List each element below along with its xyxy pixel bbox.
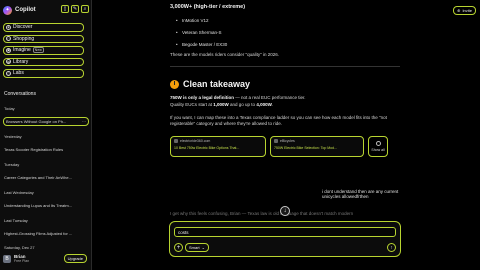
source-title: 10 Best 750w Electric Bike Options That.… bbox=[174, 146, 240, 150]
user-profile[interactable]: B Brian Free Plan Upgrade bbox=[3, 251, 89, 266]
site-favicon-icon bbox=[274, 139, 278, 143]
conversation-item-active[interactable]: Browsers Without Google on Ph... ⋯ bbox=[3, 117, 89, 126]
sidebar-item-label: Discover bbox=[13, 24, 33, 31]
sidebar-header: ✦ Copilot ▯ ✎ ⌕ bbox=[3, 4, 89, 16]
conversation-item[interactable]: Highest-Grossing Films Adjusted for ... bbox=[4, 231, 84, 236]
group-label-tuesday: Tuesday bbox=[4, 162, 20, 167]
upgrade-button[interactable]: Upgrade bbox=[63, 254, 87, 263]
message-input[interactable] bbox=[174, 227, 396, 237]
tier-heading: 3,000W+ (high-tier / extreme) bbox=[170, 4, 246, 10]
bag-icon: ▢ bbox=[6, 36, 11, 42]
more-options-icon[interactable]: ⋯ bbox=[82, 119, 86, 124]
conversations-heading: Conversations bbox=[4, 91, 36, 97]
section-heading: Clean takeaway bbox=[170, 79, 250, 89]
library-icon: ▤ bbox=[6, 59, 11, 65]
list-item: Veteran Sherman-S bbox=[176, 30, 221, 35]
scroll-down-icon[interactable]: ↓ bbox=[280, 206, 290, 216]
chat-main: ⊕ Invite 3,000W+ (high-tier / extreme) I… bbox=[93, 0, 480, 270]
group-label-dec27: Saturday, Dec 27 bbox=[4, 245, 35, 250]
offer-text: If you want, I can map these into a Texa… bbox=[170, 115, 387, 126]
copilot-logo-icon[interactable]: ✦ bbox=[3, 5, 12, 15]
sidebar-item-label: Imagine bbox=[13, 47, 31, 54]
sidebar-item-library[interactable]: ▤ Library bbox=[3, 57, 84, 66]
conversation-title: Browsers Without Google on Ph... bbox=[6, 119, 67, 124]
takeaway-text: . bbox=[271, 102, 274, 107]
takeaway-text: and go up to bbox=[228, 102, 257, 107]
takeaway-bold: 1,000W bbox=[213, 102, 229, 107]
sidebar-toggle-icon[interactable]: ▯ bbox=[61, 5, 69, 13]
list-item: Begode Master / EX30 bbox=[176, 42, 227, 47]
user-plan: Free Plan bbox=[14, 259, 30, 263]
source-site: electricride360.com bbox=[180, 139, 211, 143]
takeaway-bold: 750W is only a legal definition bbox=[170, 95, 235, 100]
user-message: i dont understand then are any current u… bbox=[322, 189, 399, 199]
invite-label: Invite bbox=[462, 8, 472, 13]
avatar: B bbox=[3, 254, 11, 263]
send-button[interactable]: ↑ bbox=[387, 243, 396, 252]
source-card[interactable]: eBicycles 750W Electric Bike Selection: … bbox=[270, 136, 364, 157]
mode-label: Smart bbox=[189, 245, 200, 250]
section-title: Clean takeaway bbox=[183, 79, 251, 89]
conversation-item[interactable]: Texas Scooter Registration Rules bbox=[4, 147, 84, 152]
image-icon: ▣ bbox=[6, 47, 11, 53]
sidebar-item-label: Library bbox=[13, 58, 29, 65]
source-title: 750W Electric Bike Selection: Top Mod... bbox=[274, 146, 337, 150]
mode-selector[interactable]: Smart ⌄ bbox=[185, 243, 210, 252]
sidebar: ✦ Copilot ▯ ✎ ⌕ ◈ Discover ▢ Shopping ▣ … bbox=[0, 0, 92, 270]
site-favicon-icon bbox=[174, 139, 178, 143]
invite-button[interactable]: ⊕ Invite bbox=[453, 6, 476, 15]
sidebar-item-imagine[interactable]: ▣ Imagine New bbox=[3, 46, 84, 55]
conversation-item[interactable]: Career Categories and Their AnWhe... bbox=[4, 175, 84, 180]
source-site: eBicycles bbox=[280, 139, 295, 143]
person-add-icon: ⊕ bbox=[457, 8, 461, 13]
sidebar-item-label: Shopping bbox=[13, 35, 35, 42]
sources-icon bbox=[375, 141, 381, 146]
group-label-last-wednesday: Last Wednesday bbox=[4, 190, 34, 195]
group-label-today: Today bbox=[4, 106, 15, 111]
composer: + Smart ⌄ ↑ bbox=[169, 221, 401, 257]
takeaway-text: Quality EUCs start at bbox=[170, 102, 214, 107]
sidebar-item-labs[interactable]: △ Labs bbox=[3, 69, 84, 78]
group-label-yesterday: Yesterday bbox=[4, 134, 22, 139]
takeaway-bold: 4,000W bbox=[256, 102, 272, 107]
sidebar-item-label: Labs bbox=[13, 70, 24, 77]
takeaway-line-1: 750W is only a legal definition — not a … bbox=[170, 95, 400, 101]
list-item: InMotion V12 bbox=[176, 18, 208, 23]
chevron-down-icon: ⌄ bbox=[201, 245, 206, 250]
group-label-last-tuesday: Last Tuesday bbox=[4, 218, 28, 223]
conversation-item[interactable]: Understanding Lupus and Its Treatm... bbox=[4, 203, 84, 208]
takeaway-line-2: Quality EUCs start at 1,000W and go up t… bbox=[170, 102, 400, 108]
divider bbox=[170, 66, 400, 67]
clock-icon bbox=[170, 79, 179, 89]
sidebar-nav: ◈ Discover ▢ Shopping ▣ Imagine New ▤ Li… bbox=[3, 23, 84, 81]
show-all-sources-button[interactable]: Show all bbox=[368, 136, 388, 157]
brand-name: Copilot bbox=[15, 7, 36, 13]
new-badge: New bbox=[32, 47, 44, 54]
flask-icon: △ bbox=[6, 70, 11, 76]
sidebar-item-shopping[interactable]: ▢ Shopping bbox=[3, 34, 84, 43]
note-text: These are the models riders consider "qu… bbox=[170, 52, 280, 57]
search-icon[interactable]: ⌕ bbox=[81, 5, 89, 13]
compass-icon: ◈ bbox=[6, 24, 11, 30]
takeaway-rest: — not a real EUC performance tier. bbox=[234, 95, 306, 100]
sidebar-item-discover[interactable]: ◈ Discover bbox=[3, 23, 84, 32]
source-card[interactable]: electricride360.com 10 Best 750w Electri… bbox=[170, 136, 266, 157]
show-all-label: Show all bbox=[371, 148, 385, 152]
add-attachment-icon[interactable]: + bbox=[174, 243, 183, 252]
new-chat-icon[interactable]: ✎ bbox=[71, 5, 79, 13]
